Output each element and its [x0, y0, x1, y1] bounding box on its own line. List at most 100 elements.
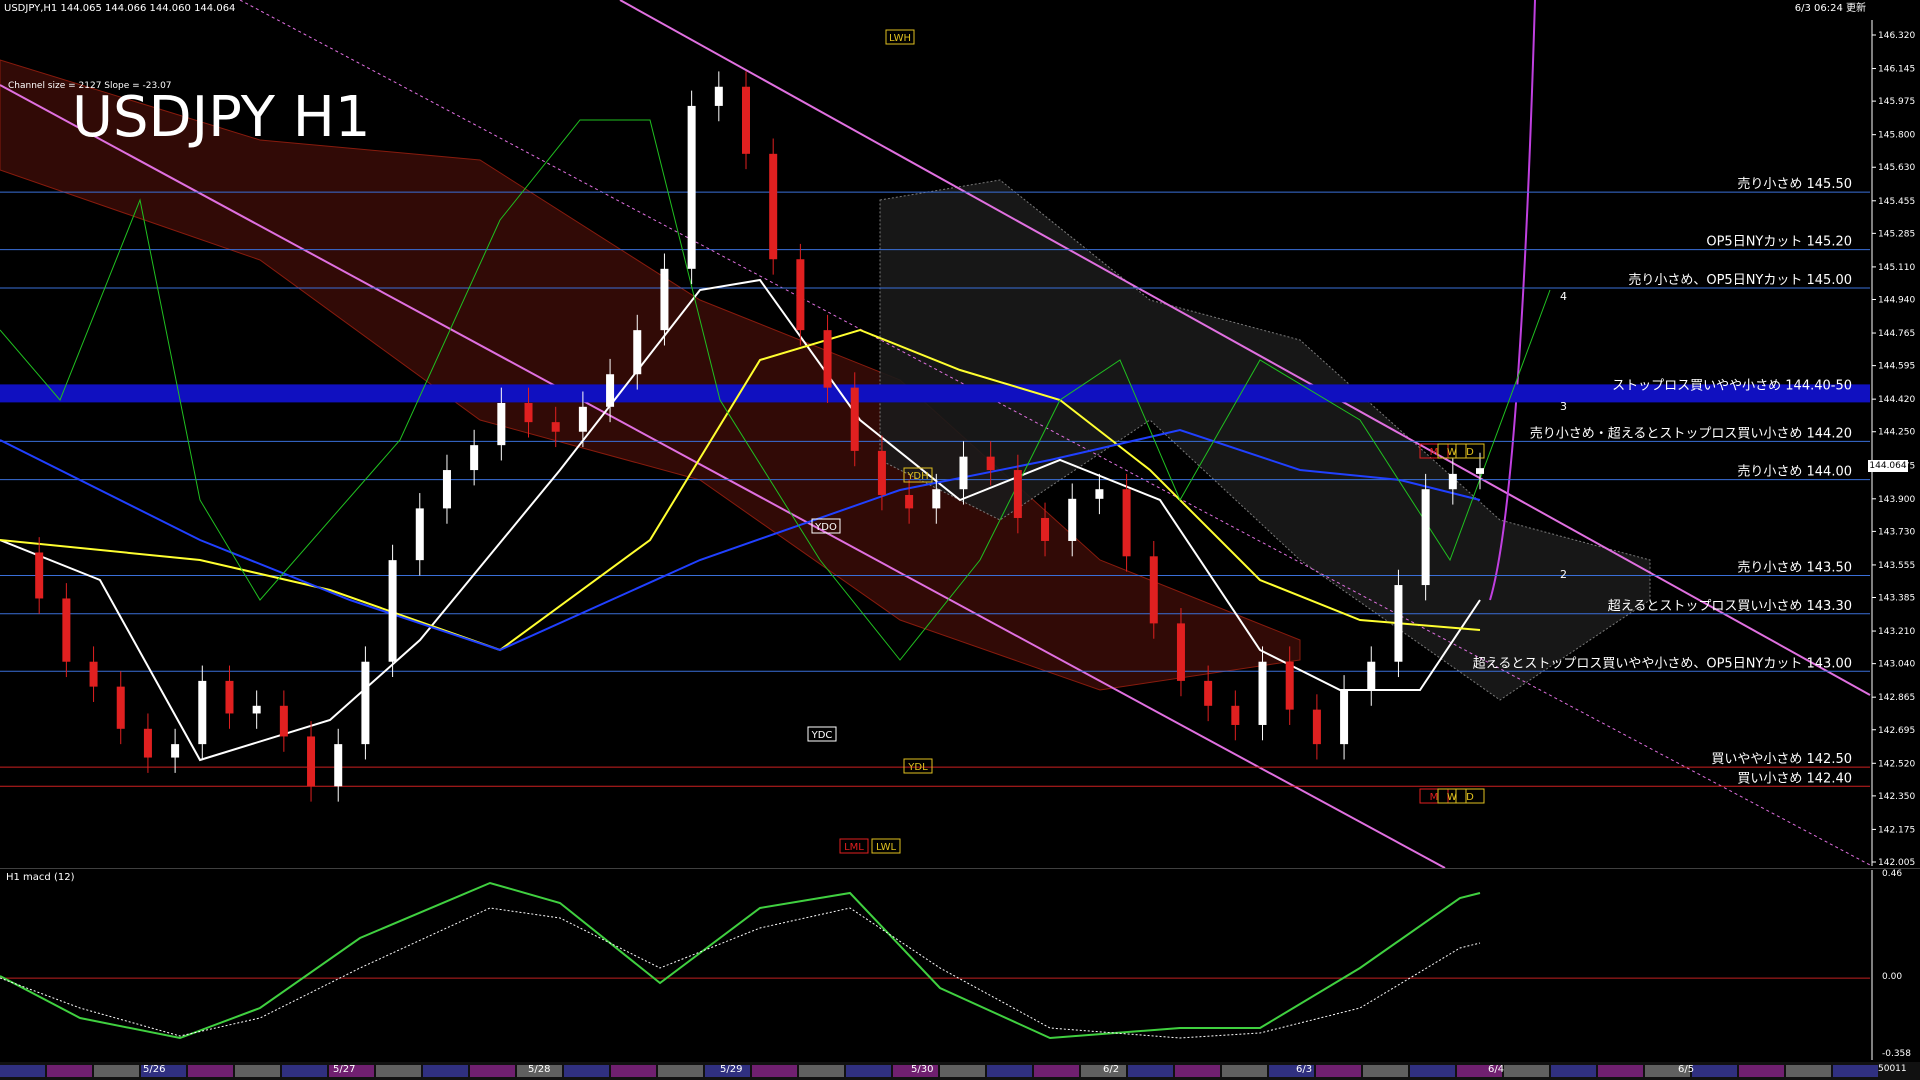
- level-label: 超えるとストップロス買い小さめ 143.30: [1608, 599, 1852, 614]
- date-label: 6/2: [1103, 1064, 1120, 1075]
- timeframe-cell: [1739, 1065, 1784, 1077]
- candle-body: [850, 387, 859, 451]
- timeframe-cell: [846, 1065, 891, 1077]
- candle-body: [1312, 709, 1321, 745]
- timeframe-cell: [1410, 1065, 1455, 1077]
- level-label: 売り小さめ 143.50: [1737, 559, 1852, 575]
- ref-box-label: YDL: [907, 762, 928, 773]
- timeframe-cell: [1175, 1065, 1220, 1077]
- level-label: 売り小さめ・超えるとストップロス買い小さめ 144.20: [1530, 425, 1852, 441]
- level-label: OP5日NYカット 145.20: [1706, 235, 1852, 250]
- candle-body: [279, 705, 288, 737]
- candle-body: [1204, 680, 1213, 706]
- price-tick-label: 146.320: [1878, 31, 1915, 41]
- timeframe-cell: [752, 1065, 797, 1077]
- fib-label: 3: [1560, 400, 1567, 413]
- ref-box-label: YDC: [811, 730, 833, 741]
- price-tick-label: 143.900: [1878, 495, 1915, 505]
- candle-body: [1340, 690, 1349, 745]
- candle-body: [1476, 468, 1484, 474]
- candle-body: [1122, 489, 1131, 557]
- timeframe-cell: [47, 1065, 92, 1077]
- ref-box-label: LWL: [876, 842, 897, 853]
- level-band: [0, 384, 1870, 403]
- candle-body: [823, 330, 832, 388]
- candle-body: [1421, 489, 1430, 586]
- timeframe-cell: [235, 1065, 280, 1077]
- date-label: 6/4: [1488, 1064, 1505, 1075]
- footer-code: 50011: [1878, 1064, 1907, 1074]
- fib-label: 2: [1560, 568, 1567, 581]
- timeframe-cell: [658, 1065, 703, 1077]
- level-label: 売り小さめ、OP5日NYカット 145.00: [1628, 272, 1852, 288]
- timeframe-cell: [1316, 1065, 1361, 1077]
- candle-body: [307, 736, 316, 787]
- candle-body: [1394, 585, 1403, 662]
- candle-body: [1041, 517, 1050, 541]
- ref-box-label: D: [1466, 447, 1474, 458]
- timeframe-cell: [423, 1065, 468, 1077]
- candle-body: [388, 560, 397, 662]
- ref-box-label: YDH: [906, 471, 928, 482]
- ref-box-label: LWH: [889, 33, 911, 44]
- candle-body: [1367, 661, 1376, 691]
- timeframe-cell: [1833, 1065, 1878, 1077]
- price-tick-label: 145.455: [1878, 197, 1915, 207]
- timeframe-cell: [1504, 1065, 1549, 1077]
- candle-body: [986, 456, 995, 471]
- date-label: 5/27: [333, 1064, 356, 1075]
- candle-body: [1285, 661, 1294, 710]
- date-label: 5/26: [143, 1064, 166, 1075]
- candle-body: [143, 728, 152, 758]
- level-label: 売り小さめ 144.00: [1737, 464, 1852, 480]
- price-tick-label: 146.145: [1878, 65, 1915, 75]
- timeframe-cell: [1598, 1065, 1643, 1077]
- level-label: 買いやや小さめ 142.50: [1711, 752, 1852, 767]
- macd-scale-zero: 0.00: [1882, 972, 1902, 982]
- candle-body: [470, 445, 479, 471]
- macd-scale-top: 0.46: [1882, 869, 1902, 879]
- fib-label: 4: [1560, 290, 1567, 303]
- candle-body: [524, 402, 533, 423]
- candle-body: [35, 552, 44, 599]
- candle-body: [334, 744, 343, 787]
- date-label: 5/29: [720, 1064, 743, 1075]
- timeframe-cell: [799, 1065, 844, 1077]
- timeframe-cell: [1128, 1065, 1173, 1077]
- price-tick-label: 143.210: [1878, 627, 1915, 637]
- price-tick-label: 145.630: [1878, 163, 1915, 173]
- date-label: 6/3: [1296, 1064, 1313, 1075]
- candle-body: [62, 598, 71, 662]
- ref-box-label: YDO: [814, 522, 837, 533]
- timeframe-cell: [1786, 1065, 1831, 1077]
- ref-box-label: M: [1430, 792, 1439, 803]
- candle-body: [660, 268, 669, 331]
- candle-body: [769, 153, 778, 260]
- candle-body: [606, 374, 615, 407]
- price-tick-label: 142.695: [1878, 726, 1915, 736]
- price-tick-label: 143.730: [1878, 527, 1915, 537]
- timeframe-cell: [940, 1065, 985, 1077]
- timeframe-cell: [1222, 1065, 1267, 1077]
- candle-body: [116, 686, 125, 729]
- candle-body: [415, 508, 424, 561]
- candle-body: [551, 422, 560, 432]
- candle-body: [905, 494, 914, 509]
- candle-body: [1448, 473, 1457, 490]
- price-tick-label: 143.385: [1878, 594, 1915, 604]
- price-tick-label: 145.800: [1878, 131, 1915, 141]
- price-tick-label: 142.005: [1878, 858, 1915, 868]
- price-tick-label: 143.555: [1878, 561, 1915, 571]
- candle-body: [171, 744, 180, 758]
- candle-body: [89, 661, 98, 687]
- price-tick-label: 144.250: [1878, 428, 1915, 438]
- timeframe-cell: [94, 1065, 139, 1077]
- candle-body: [633, 330, 642, 375]
- candle-body: [1176, 623, 1185, 681]
- ref-box-label: LML: [844, 842, 864, 853]
- big-title: USDJPY H1: [72, 85, 370, 150]
- candle-body: [497, 402, 506, 446]
- timeframe-cell: [1363, 1065, 1408, 1077]
- candle-body: [1013, 470, 1022, 518]
- timeframe-cell: [1551, 1065, 1596, 1077]
